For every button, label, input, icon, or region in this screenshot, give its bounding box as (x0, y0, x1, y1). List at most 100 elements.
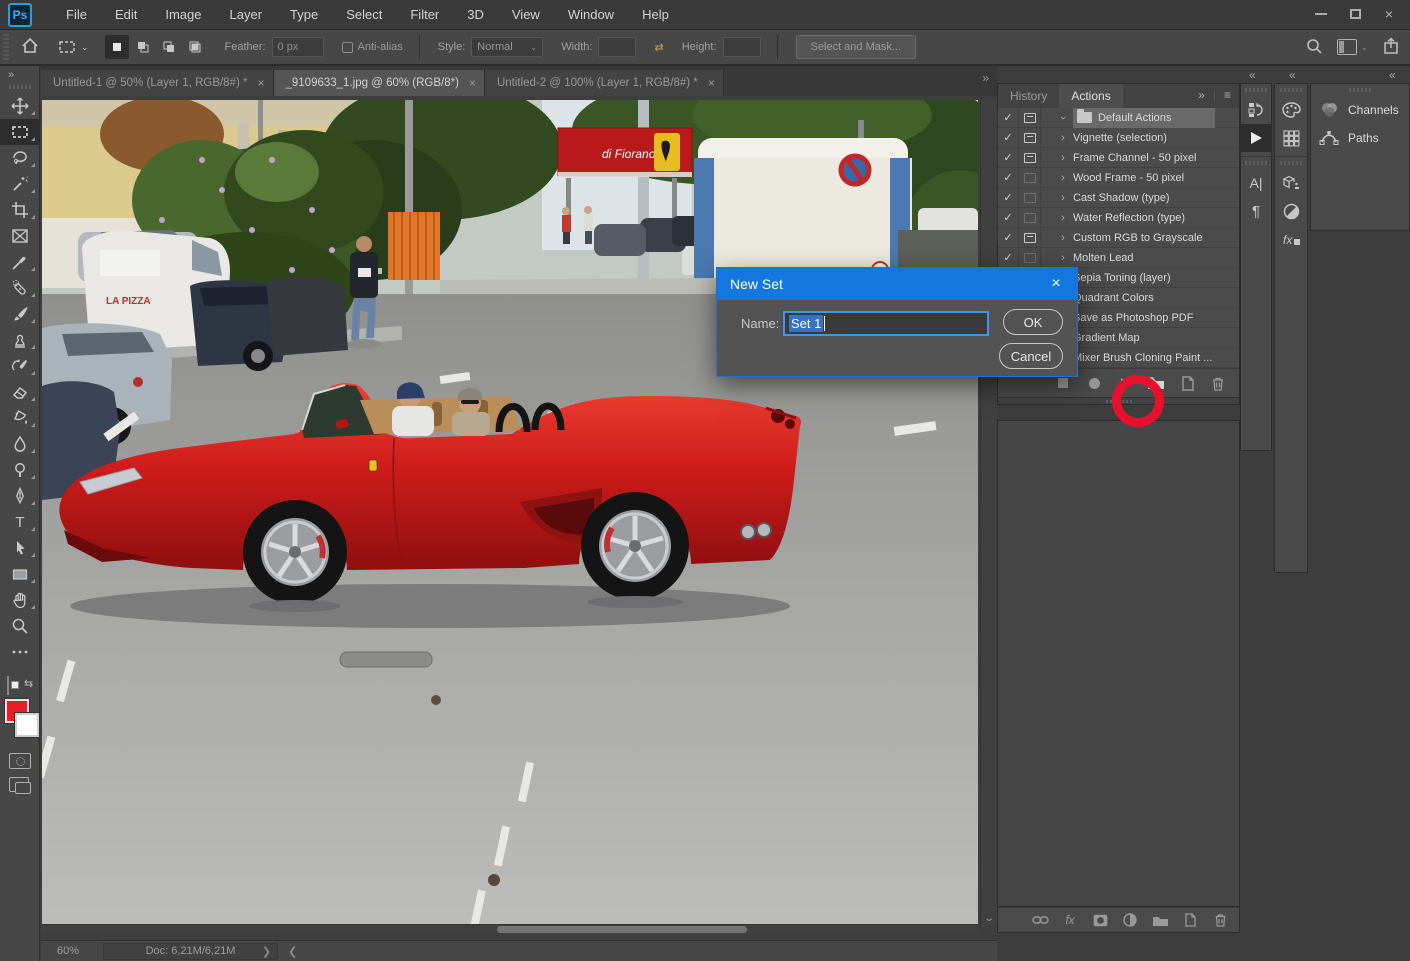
panel-menu-icon[interactable]: ≡ (1224, 88, 1231, 102)
frame-tool[interactable] (0, 223, 40, 249)
pen-tool[interactable] (0, 483, 40, 509)
swap-colors-icon[interactable]: ⇆ (24, 677, 33, 690)
include-checkbox[interactable]: ✓ (998, 188, 1019, 207)
antialias-checkbox[interactable] (342, 42, 353, 53)
document-tab-untitled-1[interactable]: Untitled-1 @ 50% (Layer 1, RGB/8#) * × (41, 70, 274, 96)
canvas-viewport[interactable]: di Fiorano (41, 96, 997, 940)
actions-panel-icon[interactable] (1241, 124, 1271, 152)
document-tab-9109633[interactable]: _9109633_1.jpg @ 60% (RGB/8*) × (274, 70, 485, 96)
menu-help[interactable]: Help (628, 0, 683, 30)
expand-chevron-icon[interactable]: › (1053, 152, 1073, 164)
close-icon[interactable]: × (708, 76, 715, 90)
scroll-down-icon[interactable]: ⌄ (983, 913, 995, 924)
expand-chevron-icon[interactable]: › (1053, 192, 1073, 204)
modal-toggle[interactable] (1019, 108, 1041, 127)
action-row-cast-shadow[interactable]: ✓ › Cast Shadow (type) (998, 188, 1239, 208)
edit-toolbar-ellipsis[interactable] (0, 639, 40, 665)
status-chevron-icon[interactable]: ❯ (262, 945, 271, 958)
collapse-panel-icon[interactable]: « (1389, 68, 1396, 82)
subtract-selection-button[interactable] (157, 35, 181, 59)
horizontal-scroll-thumb[interactable] (497, 926, 747, 933)
horizontal-scrollbar[interactable] (42, 924, 978, 934)
style-dropdown[interactable]: Normal ⌄ (471, 37, 543, 57)
swap-dimensions-icon[interactable]: ⇄ (654, 41, 663, 54)
menu-type[interactable]: Type (276, 0, 332, 30)
add-selection-button[interactable] (131, 35, 155, 59)
action-row-wood-frame[interactable]: ✓ › Wood Frame - 50 pixel (998, 168, 1239, 188)
include-checkbox[interactable]: ✓ (998, 128, 1019, 147)
background-color-swatch[interactable] (15, 713, 39, 737)
healing-brush-tool[interactable] (0, 275, 40, 301)
dialog-title-bar[interactable]: New Set × (717, 268, 1077, 300)
expand-chevron-icon[interactable]: › (1057, 108, 1069, 128)
current-tool-icon[interactable]: ⌄ (57, 37, 89, 57)
menu-filter[interactable]: Filter (396, 0, 453, 30)
ok-button[interactable]: OK (1003, 309, 1063, 335)
hand-tool[interactable] (0, 587, 40, 613)
action-row-custom-rgb[interactable]: ✓ › Custom RGB to Grayscale (998, 228, 1239, 248)
channels-panel-button[interactable]: Channels (1311, 96, 1409, 124)
dialog-close-button[interactable]: × (1045, 273, 1067, 295)
height-input[interactable] (723, 37, 761, 57)
color-panel-icon[interactable] (1275, 96, 1307, 124)
include-checkbox[interactable]: ✓ (998, 108, 1019, 127)
paint-bucket-tool[interactable] (0, 405, 40, 431)
expand-chevron-icon[interactable]: › (1053, 172, 1073, 184)
action-row-molten-lead[interactable]: ✓ › Molten Lead (998, 248, 1239, 268)
menu-window[interactable]: Window (554, 0, 628, 30)
home-icon[interactable] (21, 37, 39, 58)
rectangle-shape-tool[interactable] (0, 561, 40, 587)
include-checkbox[interactable]: ✓ (998, 228, 1019, 247)
expand-chevron-icon[interactable]: › (1053, 212, 1073, 224)
action-row-water-reflection[interactable]: ✓ › Water Reflection (type) (998, 208, 1239, 228)
path-selection-tool[interactable] (0, 535, 40, 561)
eyedropper-tool[interactable] (0, 249, 40, 275)
modal-toggle[interactable] (1019, 188, 1041, 207)
share-icon[interactable] (1382, 37, 1400, 58)
document-tab-untitled-2[interactable]: Untitled-2 @ 100% (Layer 1, RGB/8#) * × (485, 70, 724, 96)
menu-edit[interactable]: Edit (101, 0, 151, 30)
close-icon[interactable]: × (469, 76, 476, 90)
eraser-tool[interactable] (0, 379, 40, 405)
intersect-selection-button[interactable] (183, 35, 207, 59)
default-colors-icon[interactable] (7, 677, 9, 695)
antialias-checkbox-group[interactable]: Anti-alias (342, 41, 403, 53)
width-input[interactable] (598, 37, 636, 57)
delete-trash-button[interactable] (1209, 374, 1227, 392)
collapse-panel-icon[interactable]: « (1289, 68, 1296, 82)
paths-panel-button[interactable]: Paths (1311, 124, 1409, 152)
expand-chevron-icon[interactable]: › (1053, 232, 1073, 244)
tab-actions[interactable]: Actions (1059, 84, 1122, 108)
rectangular-marquee-tool[interactable] (0, 119, 40, 145)
set-name-input[interactable]: Set 1 (783, 311, 989, 336)
feather-input[interactable]: 0 px (272, 37, 324, 57)
menu-select[interactable]: Select (332, 0, 396, 30)
document-size-info[interactable]: Doc: 6,21M/6,21M ❯ (103, 943, 278, 960)
search-icon[interactable] (1305, 37, 1323, 58)
new-group-button[interactable] (1151, 911, 1169, 929)
tab-overflow-icon[interactable]: » (982, 71, 989, 85)
tab-history[interactable]: History (998, 84, 1059, 108)
record-button[interactable] (1085, 374, 1103, 392)
history-panel-icon[interactable] (1241, 96, 1271, 124)
include-checkbox[interactable]: ✓ (998, 148, 1019, 167)
include-checkbox[interactable]: ✓ (998, 248, 1019, 267)
vertical-scrollbar[interactable]: ⌄ (980, 100, 997, 926)
action-row-default-actions[interactable]: ✓ › Default Actions (998, 108, 1239, 128)
new-selection-button[interactable] (105, 35, 129, 59)
link-layers-button[interactable] (1031, 911, 1049, 929)
new-layer-button[interactable] (1181, 911, 1199, 929)
expand-chevron-icon[interactable]: › (1053, 132, 1073, 144)
expand-chevron-icon[interactable]: › (1053, 252, 1073, 264)
select-and-mask-button[interactable]: Select and Mask... (796, 35, 917, 59)
action-row-frame-channel[interactable]: ✓ › Frame Channel - 50 pixel (998, 148, 1239, 168)
menu-file[interactable]: File (52, 0, 101, 30)
clone-stamp-tool[interactable] (0, 327, 40, 353)
magic-wand-tool[interactable] (0, 171, 40, 197)
new-action-button[interactable] (1178, 374, 1196, 392)
modal-toggle[interactable] (1019, 208, 1041, 227)
layer-mask-button[interactable] (1091, 911, 1109, 929)
swatches-panel-icon[interactable] (1275, 124, 1307, 152)
adjustments-panel-icon[interactable] (1275, 197, 1307, 225)
zoom-level[interactable]: 60% (57, 945, 79, 957)
